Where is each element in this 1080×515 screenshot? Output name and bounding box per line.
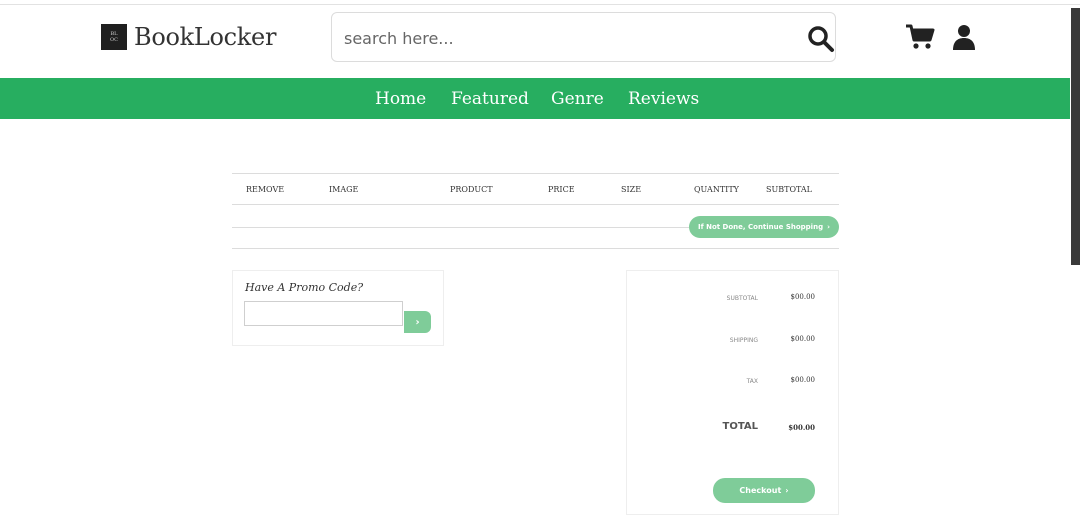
cart-totals: SUBTOTAL $00.00 SHIPPING $00.00 TAX $00.… bbox=[626, 270, 839, 515]
search-input[interactable] bbox=[342, 23, 786, 53]
promo-code-input[interactable] bbox=[244, 301, 403, 326]
subtotal-label: SUBTOTAL bbox=[726, 295, 758, 302]
column-size: SIZE bbox=[621, 185, 642, 194]
user-icon[interactable] bbox=[952, 24, 976, 50]
column-remove: REMOVE bbox=[246, 185, 285, 194]
continue-shopping-label: If Not Done, Continue Shopping bbox=[698, 223, 824, 231]
logo[interactable]: BL OC BookLocker bbox=[101, 23, 276, 51]
continue-shopping-button[interactable]: If Not Done, Continue Shopping › bbox=[689, 216, 839, 238]
checkout-button[interactable]: Checkout › bbox=[713, 478, 815, 503]
column-image: IMAGE bbox=[329, 185, 359, 194]
subtotal-value: $00.00 bbox=[790, 293, 816, 301]
table-divider bbox=[232, 248, 839, 249]
column-product: PRODUCT bbox=[450, 185, 493, 194]
column-price: PRICE bbox=[548, 185, 575, 194]
nav-home[interactable]: Home bbox=[375, 78, 426, 119]
shipping-value: $00.00 bbox=[790, 335, 816, 343]
column-subtotal: SUBTOTAL bbox=[766, 185, 812, 194]
cart-table-header: REMOVE IMAGE PRODUCT PRICE SIZE QUANTITY… bbox=[232, 173, 839, 205]
logo-mark: BL OC bbox=[101, 24, 127, 50]
column-quantity: QUANTITY bbox=[694, 185, 739, 194]
promo-submit-button[interactable]: › bbox=[404, 311, 431, 333]
nav-genre[interactable]: Genre bbox=[551, 78, 604, 119]
total-value: $00.00 bbox=[788, 423, 815, 432]
top-border bbox=[0, 4, 1080, 5]
chevron-right-icon: › bbox=[827, 223, 830, 231]
nav-reviews[interactable]: Reviews bbox=[628, 78, 699, 119]
total-label: TOTAL bbox=[722, 421, 758, 432]
nav-featured[interactable]: Featured bbox=[451, 78, 529, 119]
promo-code-box: Have A Promo Code? › bbox=[232, 270, 444, 346]
search-bar bbox=[331, 12, 836, 62]
table-divider bbox=[232, 227, 689, 228]
tax-label: TAX bbox=[746, 378, 758, 385]
search-icon[interactable] bbox=[807, 25, 835, 53]
chevron-right-icon: › bbox=[415, 316, 420, 328]
cart-icon[interactable] bbox=[905, 24, 935, 50]
promo-title: Have A Promo Code? bbox=[245, 281, 364, 294]
main-nav: Home Featured Genre Reviews bbox=[0, 78, 1070, 119]
tax-value: $00.00 bbox=[790, 376, 816, 384]
checkout-label: Checkout bbox=[739, 486, 782, 495]
brand-name: BookLocker bbox=[134, 23, 277, 51]
chevron-right-icon: › bbox=[785, 486, 789, 495]
shipping-label: SHIPPING bbox=[729, 337, 758, 344]
scrollbar[interactable] bbox=[1071, 8, 1080, 265]
